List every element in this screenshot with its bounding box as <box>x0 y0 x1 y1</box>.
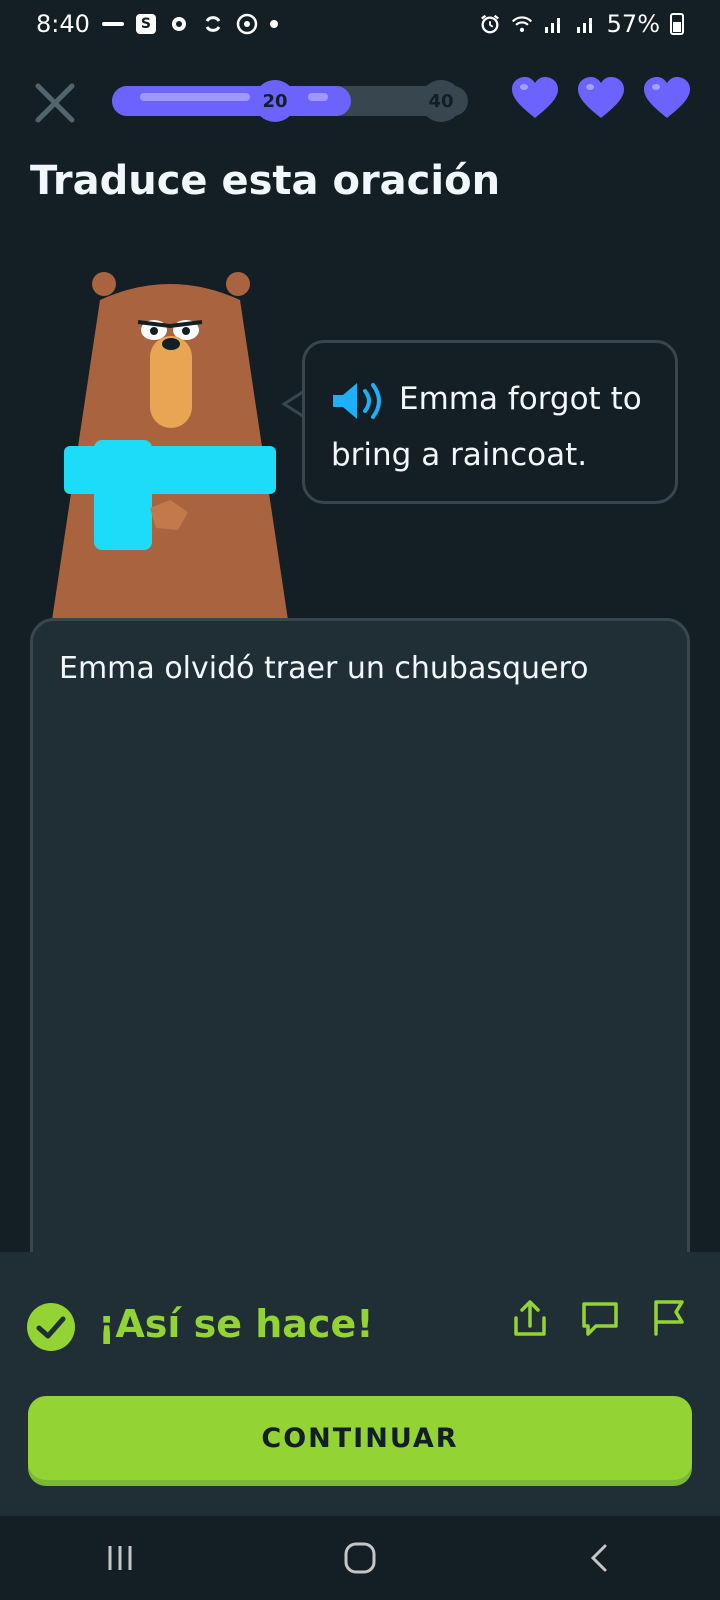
system-nav-bar <box>0 1516 720 1600</box>
progress-fill <box>112 86 351 116</box>
speaker-icon[interactable] <box>331 381 387 421</box>
progress-bar: 20 40 <box>112 80 468 122</box>
target-icon <box>236 13 258 35</box>
status-bar: 8:40 S 57% <box>0 0 720 48</box>
close-icon <box>35 83 75 123</box>
battery-icon <box>670 13 684 35</box>
signal-icon <box>543 13 565 35</box>
status-time: 8:40 <box>36 10 90 38</box>
notification-small-icon <box>101 13 124 35</box>
page-title: Traduce esta oración <box>30 158 501 204</box>
continue-button[interactable]: CONTINUAR <box>28 1396 692 1480</box>
progress-milestone-current: 20 <box>254 80 296 122</box>
heart-icon <box>578 77 624 118</box>
check-circle-icon <box>27 1303 75 1351</box>
heart-icon <box>644 77 690 118</box>
wifi-icon <box>511 13 533 35</box>
feedback-message: ¡Así se hace! <box>98 1302 374 1346</box>
signal-icon <box>575 13 597 35</box>
home-icon <box>344 1542 376 1574</box>
heart-icon <box>512 77 558 118</box>
recent-apps-icon <box>108 1546 132 1570</box>
hearts <box>510 76 692 120</box>
progress-shine <box>308 93 328 101</box>
report-flag-icon[interactable] <box>648 1296 692 1340</box>
status-left: 8:40 S <box>36 10 278 38</box>
prompt-text-container: Emma forgot to bring a raincoat. <box>331 371 651 483</box>
settings-cog-icon <box>168 13 190 35</box>
lesson-top-bar: 20 40 <box>0 70 720 134</box>
status-right: 57% <box>479 10 684 38</box>
s-box-icon: S <box>135 14 156 34</box>
comment-icon[interactable] <box>578 1296 622 1340</box>
sync-icon <box>202 13 224 35</box>
alarm-icon <box>479 13 501 35</box>
progress-milestone-next: 40 <box>420 80 462 122</box>
progress-shine <box>140 93 250 101</box>
back-button[interactable] <box>570 1533 630 1583</box>
recent-apps-button[interactable] <box>90 1533 150 1583</box>
dot-icon <box>269 20 278 28</box>
back-icon <box>590 1544 607 1572</box>
feedback-panel: ¡Así se hace! CONTINUAR <box>0 1252 720 1516</box>
battery-percent: 57% <box>606 10 660 38</box>
share-icon[interactable] <box>508 1296 552 1340</box>
answer-text: Emma olvidó traer un chubasquero <box>59 651 589 686</box>
close-button[interactable] <box>32 80 78 126</box>
answer-textarea[interactable]: Emma olvidó traer un chubasquero <box>30 618 690 1338</box>
bear-character <box>52 272 288 620</box>
home-button[interactable] <box>330 1533 390 1583</box>
prompt-bubble: Emma forgot to bring a raincoat. <box>302 340 678 504</box>
